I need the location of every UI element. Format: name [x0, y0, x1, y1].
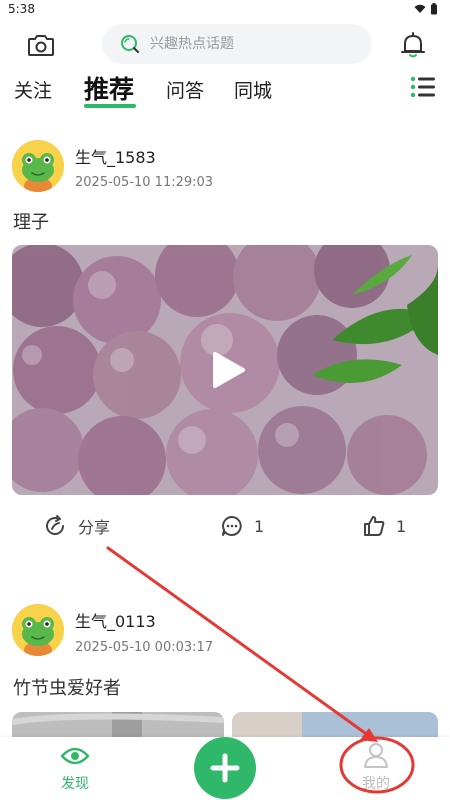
like-icon	[364, 516, 385, 536]
comment-button[interactable]: 1	[220, 514, 264, 538]
notification-button[interactable]	[396, 28, 430, 62]
search-input[interactable]	[150, 36, 350, 52]
menu-list-icon[interactable]	[408, 72, 438, 102]
like-button[interactable]: 1	[362, 514, 406, 538]
post-video-thumbnail[interactable]	[12, 245, 438, 495]
frog-avatar-icon	[12, 604, 64, 656]
comment-icon	[222, 516, 242, 536]
active-tab-indicator	[84, 104, 136, 108]
category-tabs: 关注 推荐 问答 同城	[0, 66, 450, 112]
top-bar	[0, 22, 450, 66]
tab-local[interactable]: 同城	[234, 76, 272, 103]
share-icon	[46, 515, 64, 535]
battery-icon	[431, 3, 437, 15]
status-time: 5:38	[8, 2, 35, 16]
status-bar: 5:38	[0, 0, 450, 22]
avatar[interactable]	[12, 604, 64, 656]
camera-icon	[28, 35, 54, 56]
camera-button[interactable]	[24, 28, 58, 62]
person-icon	[364, 743, 388, 768]
tab-follow[interactable]: 关注	[14, 76, 52, 103]
nav-mine[interactable]: 我的	[348, 741, 404, 793]
post-title[interactable]: 理子	[13, 208, 49, 234]
post-username[interactable]: 生气_0113	[75, 608, 156, 632]
post-timestamp: 2025-05-10 00:03:17	[75, 640, 214, 655]
avatar[interactable]	[12, 140, 64, 192]
plus-icon	[210, 753, 240, 783]
status-icons	[414, 3, 438, 15]
like-count: 1	[396, 516, 407, 536]
search-icon	[121, 35, 139, 53]
share-label: 分享	[78, 518, 111, 537]
post-actions: 分享 1 1	[0, 510, 450, 542]
tab-recommend[interactable]: 推荐	[84, 70, 134, 106]
post-timestamp: 2025-05-10 11:29:03	[75, 175, 214, 190]
tab-qa[interactable]: 问答	[166, 76, 204, 103]
frog-avatar-icon	[12, 140, 64, 192]
search-bar[interactable]	[102, 24, 372, 64]
nav-discover[interactable]: 发现	[50, 745, 100, 793]
wifi-icon	[414, 4, 426, 13]
post-title[interactable]: 竹节虫爱好者	[13, 674, 121, 700]
create-post-button[interactable]	[194, 737, 256, 799]
post-username[interactable]: 生气_1583	[75, 144, 156, 168]
nav-discover-label: 发现	[61, 776, 89, 792]
share-button[interactable]: 分享	[44, 514, 110, 538]
play-icon[interactable]	[193, 338, 257, 402]
bottom-nav: 发现 我的	[0, 737, 450, 800]
comment-count: 1	[254, 516, 265, 536]
nav-mine-label: 我的	[362, 776, 390, 792]
bell-icon	[401, 32, 425, 58]
eye-icon	[60, 747, 90, 765]
